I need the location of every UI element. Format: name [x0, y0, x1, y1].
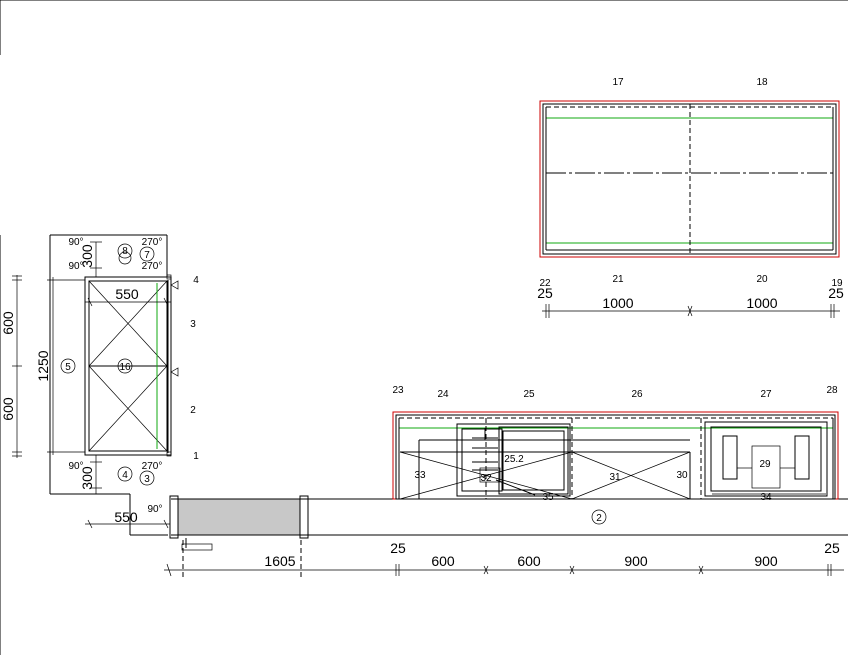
left-dim-600-a: 600 [0, 311, 16, 335]
label-20: 20 [756, 274, 768, 285]
island-top [539, 100, 840, 258]
left-dim-600-b: 600 [0, 397, 16, 421]
label-27: 27 [760, 389, 772, 400]
bottom-dim-25-b: 25 [824, 540, 840, 556]
label-2: 2 [596, 513, 602, 524]
label-24: 24 [437, 389, 449, 400]
label-35: 35 [542, 492, 554, 503]
deg-90-b: 90° [68, 261, 83, 272]
left-dim-550-top-text: 550 [115, 286, 139, 302]
label-32: 32 [480, 473, 492, 484]
label-17: 17 [612, 77, 624, 88]
bottom-dim-600-a: 600 [431, 553, 455, 569]
top-dim-25-left: 25 [537, 285, 553, 301]
label-31: 31 [609, 472, 621, 483]
label-30: 30 [676, 470, 688, 481]
side-label-1: 1 [193, 451, 199, 462]
label-29: 29 [759, 459, 771, 470]
main-cabinet-row [392, 411, 839, 500]
label-34: 34 [760, 492, 772, 503]
label-23: 23 [392, 385, 404, 396]
label-21: 21 [612, 274, 624, 285]
label-4: 4 [122, 470, 128, 481]
side-label-2: 2 [190, 405, 196, 416]
bottom-dim-900-a: 900 [624, 553, 648, 569]
deg-270-a: 270° [142, 237, 163, 248]
label-7: 7 [144, 250, 150, 261]
top-dim-1000-a: 1000 [602, 295, 633, 311]
label-18: 18 [756, 77, 768, 88]
label-25: 25 [523, 389, 535, 400]
label-28: 28 [826, 385, 838, 396]
side-label-3: 3 [190, 319, 196, 330]
bottom-dim-900-b: 900 [754, 553, 778, 569]
bottom-dim-25-a: 25 [390, 540, 406, 556]
deg-90-c: 90° [68, 461, 83, 472]
label-16: 16 [119, 362, 131, 373]
left-dim-550-bot-text: 550 [114, 509, 138, 525]
top-dim-25-right: 25 [828, 285, 844, 301]
left-dim-600-pair [12, 275, 22, 458]
label-5: 5 [65, 362, 71, 373]
top-dim-1000-b: 1000 [746, 295, 777, 311]
label-25-2: 25.2 [504, 454, 524, 465]
label-33: 33 [414, 470, 426, 481]
deg-270-b: 270° [142, 261, 163, 272]
label-3: 3 [144, 474, 150, 485]
kitchen-plan-drawing: 17 18 22 21 20 19 25 1000 1000 25 16 4 3… [0, 0, 848, 655]
side-label-4: 4 [193, 275, 199, 286]
deg-90-a: 90° [68, 237, 83, 248]
bottom-dim-1605: 1605 [264, 553, 295, 569]
bottom-dim-600-b: 600 [517, 553, 541, 569]
label-8: 8 [122, 246, 128, 257]
deg-270-c: 270° [142, 461, 163, 472]
left-dim-1250-text: 1250 [35, 350, 51, 381]
label-26: 26 [631, 389, 643, 400]
corner-grey-piece [169, 495, 309, 551]
top-dimension-line [542, 304, 840, 318]
deg-90-d: 90° [147, 504, 162, 515]
